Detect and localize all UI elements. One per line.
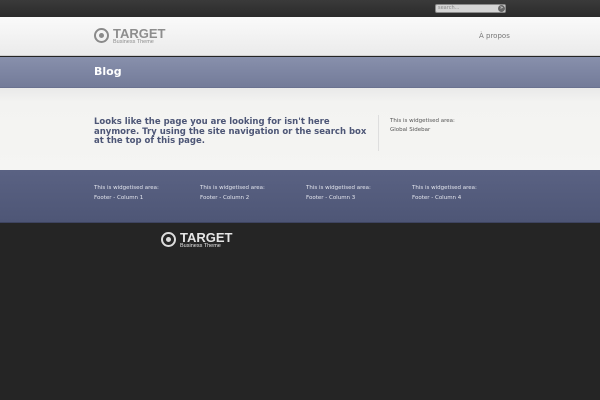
footer-widget-column-2: This is widgetised area: Footer - Column…: [200, 183, 300, 203]
site-logo[interactable]: TARGET Business Theme: [94, 27, 165, 46]
page-title-band: Blog: [0, 57, 600, 88]
footer-widgets: This is widgetised area: Footer - Column…: [0, 170, 600, 223]
footer-widget-line1: This is widgetised area:: [306, 185, 371, 191]
page-title: Blog: [94, 65, 122, 78]
sidebar-widget-line1: This is widgetised area:: [390, 118, 455, 124]
nav-link-a-propos[interactable]: À propos: [479, 32, 510, 40]
site-footer: TARGET Business Theme: [0, 223, 600, 400]
logo-subtitle: Business Theme: [113, 39, 154, 45]
target-logo-icon: [94, 28, 109, 43]
footer-widget-column-1: This is widgetised area: Footer - Column…: [94, 183, 194, 203]
search-go-icon[interactable]: »: [498, 5, 505, 12]
site-header: TARGET Business Theme À propos: [0, 17, 600, 56]
footer-widget-line2: Footer - Column 2: [200, 195, 250, 201]
footer-logo[interactable]: TARGET Business Theme: [161, 231, 232, 250]
top-bar: »: [0, 0, 600, 17]
footer-widget-line1: This is widgetised area:: [200, 185, 265, 191]
main-content: Looks like the page you are looking for …: [0, 88, 600, 170]
sidebar-divider: [378, 115, 379, 151]
global-sidebar-widget: This is widgetised area: Global Sidebar: [390, 117, 490, 135]
footer-widget-line2: Footer - Column 4: [412, 195, 462, 201]
footer-widget-line2: Footer - Column 1: [94, 195, 144, 201]
footer-logo-subtitle: Business Theme: [180, 243, 221, 249]
target-logo-icon: [161, 232, 176, 247]
sidebar-widget-line2: Global Sidebar: [390, 127, 431, 133]
search-input[interactable]: [438, 5, 494, 12]
not-found-message: Looks like the page you are looking for …: [94, 117, 367, 146]
search-box[interactable]: »: [435, 4, 506, 13]
footer-widget-line2: Footer - Column 3: [306, 195, 356, 201]
footer-widget-column-4: This is widgetised area: Footer - Column…: [412, 183, 512, 203]
footer-widget-line1: This is widgetised area:: [412, 185, 477, 191]
footer-widget-column-3: This is widgetised area: Footer - Column…: [306, 183, 406, 203]
footer-widget-line1: This is widgetised area:: [94, 185, 159, 191]
